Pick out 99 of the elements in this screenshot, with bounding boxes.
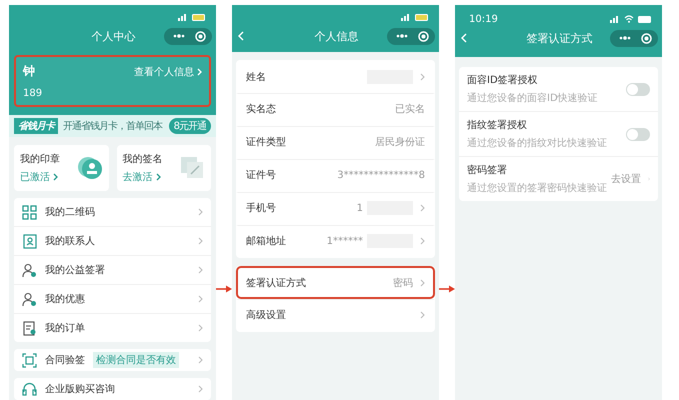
info-row[interactable]: 姓名	[236, 60, 435, 93]
row-value: 1******	[326, 236, 363, 246]
menu-label: 我的优惠	[45, 292, 85, 306]
scan-icon	[22, 352, 37, 368]
contact-card-icon	[22, 234, 37, 248]
info-row[interactable]: 证件类型 居民身份证	[236, 126, 435, 159]
option-title: 面容ID签署授权	[467, 74, 539, 87]
target-icon	[195, 30, 206, 42]
chevron-icon	[197, 68, 202, 76]
battery-icon	[638, 16, 652, 22]
chevron-icon	[420, 311, 425, 319]
menu-label: 合同验签	[45, 354, 85, 367]
feature-card[interactable]: 我的签名 去激活	[116, 145, 211, 191]
capsule-button[interactable]	[387, 28, 435, 44]
feature-card[interactable]: 我的印章 已激活	[14, 145, 108, 191]
promo-text: 开通省钱月卡，首单回本	[63, 120, 164, 133]
headset-icon	[22, 382, 37, 396]
chevron-icon	[198, 356, 203, 364]
order-icon	[22, 320, 37, 336]
chevron-icon	[198, 208, 203, 216]
promo-banner[interactable]: 省钱月卡 开通省钱月卡，首单回本 8元开通	[9, 115, 216, 137]
card-title: 我的印章	[20, 152, 60, 166]
chevron-icon	[420, 278, 425, 286]
row-value: 1	[356, 202, 363, 214]
more-icon	[619, 36, 631, 40]
row-label: 高级设置	[246, 308, 286, 322]
info-row[interactable]: 手机号 1	[236, 192, 435, 225]
menu-item[interactable]: 我的二维码	[14, 198, 211, 226]
more-icon	[173, 34, 185, 38]
signal-icon	[610, 16, 620, 22]
row-label: 签署认证方式	[246, 276, 306, 290]
user-icon	[22, 292, 37, 306]
info-row[interactable]: 证件号 3***************8	[236, 159, 435, 192]
row-label: 邮箱地址	[246, 234, 286, 248]
chevron-icon	[156, 173, 160, 181]
qr-code-icon	[22, 204, 37, 220]
menu-item[interactable]: 我的优惠	[14, 284, 211, 313]
signal-icon	[401, 14, 411, 20]
signature-icon	[181, 157, 205, 179]
user-phone: 189	[23, 88, 44, 99]
menu-tag: 检测合同是否有效	[93, 352, 179, 368]
battery-icon	[415, 14, 429, 20]
page-title: 个人信息	[314, 28, 358, 44]
target-icon	[641, 32, 652, 44]
chevron-icon	[198, 295, 203, 303]
row-value: 居民身份证	[375, 136, 425, 149]
capsule-button[interactable]	[610, 30, 658, 46]
row-value: 密码	[393, 276, 413, 290]
toggle-switch[interactable]	[626, 82, 650, 96]
option-description: 通过您设置的签署密码快速验证	[467, 182, 607, 195]
menu-label: 我的联系人	[45, 234, 95, 248]
row-label: 姓名	[246, 70, 266, 84]
menu-label: 我的订单	[45, 322, 85, 335]
menu-label: 我的二维码	[45, 206, 95, 219]
user-name: 钟	[23, 63, 35, 80]
promo-badge: 省钱月卡	[14, 118, 58, 134]
toggle-switch[interactable]	[626, 128, 650, 140]
stamp-icon	[76, 155, 102, 181]
chevron-icon	[198, 385, 203, 393]
chevron-icon	[198, 237, 203, 245]
back-icon[interactable]	[461, 33, 467, 43]
more-icon	[396, 34, 408, 38]
menu-label: 我的公益签署	[45, 264, 105, 277]
menu-item[interactable]: 我的订单	[14, 313, 211, 342]
page-title: 签署认证方式	[526, 30, 592, 46]
row-label: 证件号	[246, 169, 276, 182]
option-title: 密码签署	[467, 164, 508, 177]
card-title: 我的签名	[122, 152, 162, 166]
menu-item[interactable]: 合同验签 检测合同是否有效	[14, 349, 211, 371]
page-title: 个人中心	[92, 28, 136, 44]
back-icon[interactable]	[238, 31, 244, 41]
option-description: 通过您设备的指纹对比快速验证	[467, 136, 608, 150]
row-label: 实名态	[246, 102, 276, 116]
arrow-icon	[216, 285, 232, 293]
settings-row[interactable]: 高级设置	[236, 299, 435, 332]
row-value: 已实名	[395, 102, 425, 116]
battery-icon	[192, 14, 206, 20]
chevron-icon	[198, 266, 203, 274]
row-label: 手机号	[246, 202, 276, 215]
menu-item[interactable]: 我的公益签署	[14, 255, 211, 284]
status-time: 10:19	[469, 14, 498, 24]
signal-icon	[178, 14, 188, 20]
info-row[interactable]: 实名态 已实名	[236, 93, 435, 126]
settings-row[interactable]: 签署认证方式 密码	[236, 266, 435, 299]
target-icon	[418, 30, 429, 42]
row-label: 证件类型	[246, 136, 286, 149]
menu-label: 企业版购买咨询	[45, 382, 115, 396]
info-row[interactable]: 邮箱地址 1******	[236, 225, 435, 258]
wifi-icon	[624, 15, 634, 23]
capsule-button[interactable]	[164, 28, 212, 44]
chevron-icon	[53, 173, 58, 181]
arrow-icon	[439, 285, 455, 293]
chevron-icon	[198, 324, 203, 332]
menu-item[interactable]: 企业版购买咨询	[14, 378, 211, 400]
row-value: 3***************8	[337, 170, 425, 180]
option-description: 通过您设备的面容ID快速验证	[467, 92, 599, 105]
user-icon	[22, 262, 37, 278]
option-title: 指纹签署授权	[467, 118, 528, 132]
menu-item[interactable]: 我的联系人	[14, 226, 211, 255]
